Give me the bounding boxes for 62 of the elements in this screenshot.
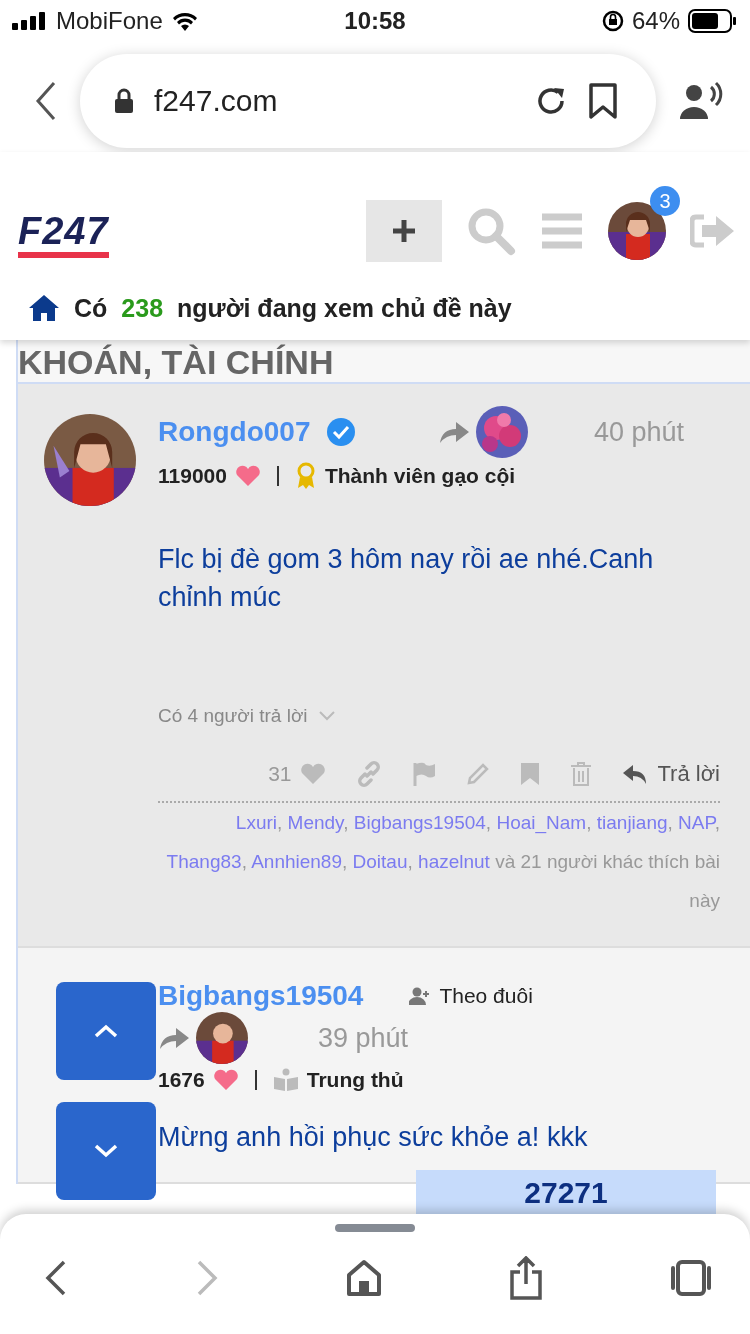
user-link[interactable]: Doitau [352, 851, 408, 872]
battery-icon [688, 9, 738, 33]
reply-to-arrow-icon [158, 1025, 190, 1051]
chevron-up-icon [93, 1023, 119, 1039]
reader-voice-icon[interactable] [678, 81, 724, 121]
plus-icon [391, 218, 417, 244]
post-time: 39 phút [318, 1022, 409, 1054]
replies-toggle[interactable]: Có 4 người trả lời [158, 705, 720, 727]
user-link[interactable]: NAP [678, 812, 715, 833]
lock-icon [114, 88, 134, 114]
user-link[interactable]: Annhien89 [251, 851, 342, 872]
like-count: 31 [268, 762, 292, 786]
tabs-icon[interactable] [670, 1258, 712, 1298]
back-icon[interactable] [44, 1260, 68, 1296]
add-person-icon [409, 987, 432, 1005]
reply-icon [621, 763, 648, 785]
username-link[interactable]: Rongdo007 [158, 416, 311, 448]
reply-to-arrow-icon [438, 419, 470, 445]
address-bar[interactable]: f247.com [80, 54, 656, 148]
post-text: Mừng anh hồi phục sức khỏe a! kkk [158, 1121, 589, 1154]
home-icon[interactable] [346, 1259, 382, 1297]
reply-button[interactable]: Trả lời [621, 761, 720, 787]
heart-icon [212, 1069, 239, 1091]
username-link[interactable]: Bigbangs19504 [158, 980, 364, 1012]
rank-label: Thành viên gạo cội [324, 464, 516, 488]
user-link[interactable]: Thang83 [166, 851, 242, 872]
clock-time: 10:58 [344, 7, 406, 35]
share-icon[interactable] [509, 1256, 543, 1300]
likers-text: Lxuri, Mendy, Bigbangs19504, Hoai_Nam, tianjiang, NAP, Thang83, Annhien89, Doitau, hazelnut và 21 người khác thích bài này [165, 811, 720, 913]
caret-icon [317, 710, 336, 722]
bookmark-icon[interactable] [588, 83, 618, 119]
reputation-count: 119000 [158, 464, 227, 488]
battery-percent: 64% [631, 7, 680, 35]
counter-box: 27271 [416, 1170, 716, 1214]
user-link[interactable]: tianjiang [596, 812, 668, 833]
user-link[interactable]: Lxuri [235, 812, 278, 833]
url-text: f247.com [154, 84, 279, 118]
follow-button[interactable]: Theo đuôi [409, 984, 533, 1008]
notification-badge: 3 [650, 186, 680, 216]
user-link[interactable]: Hoai_Nam [496, 812, 587, 833]
user-link[interactable]: Bigbangs19504 [353, 812, 486, 833]
post-text: Flc bị đè gom 3 hôm nay rồi ae nhé.Canh chỉnh múc [158, 543, 655, 614]
post-time: 40 phút [594, 416, 685, 448]
signal-icon [12, 12, 48, 30]
book-icon [272, 1068, 299, 1092]
user-link[interactable]: hazelnut [418, 851, 490, 872]
rotation-lock-icon [601, 10, 624, 32]
rank-label: Trung thủ [306, 1068, 404, 1092]
user-link[interactable]: Mendy [287, 812, 344, 833]
wifi-icon [170, 11, 199, 31]
viewers-label: người đang xem chủ đề này [177, 293, 512, 323]
back-icon[interactable] [34, 81, 58, 121]
home-icon[interactable] [28, 294, 60, 322]
viewers-count: 238 [121, 293, 164, 323]
new-post-button[interactable] [366, 200, 442, 262]
site-logo[interactable]: F247 [18, 210, 109, 258]
viewers-label: Có [74, 293, 108, 323]
sheet-handle[interactable] [335, 1224, 415, 1232]
reputation-count: 1676 [158, 1068, 205, 1092]
carrier-name: MobiFone [56, 7, 163, 35]
heart-icon [234, 465, 261, 487]
chevron-down-icon [93, 1143, 119, 1159]
